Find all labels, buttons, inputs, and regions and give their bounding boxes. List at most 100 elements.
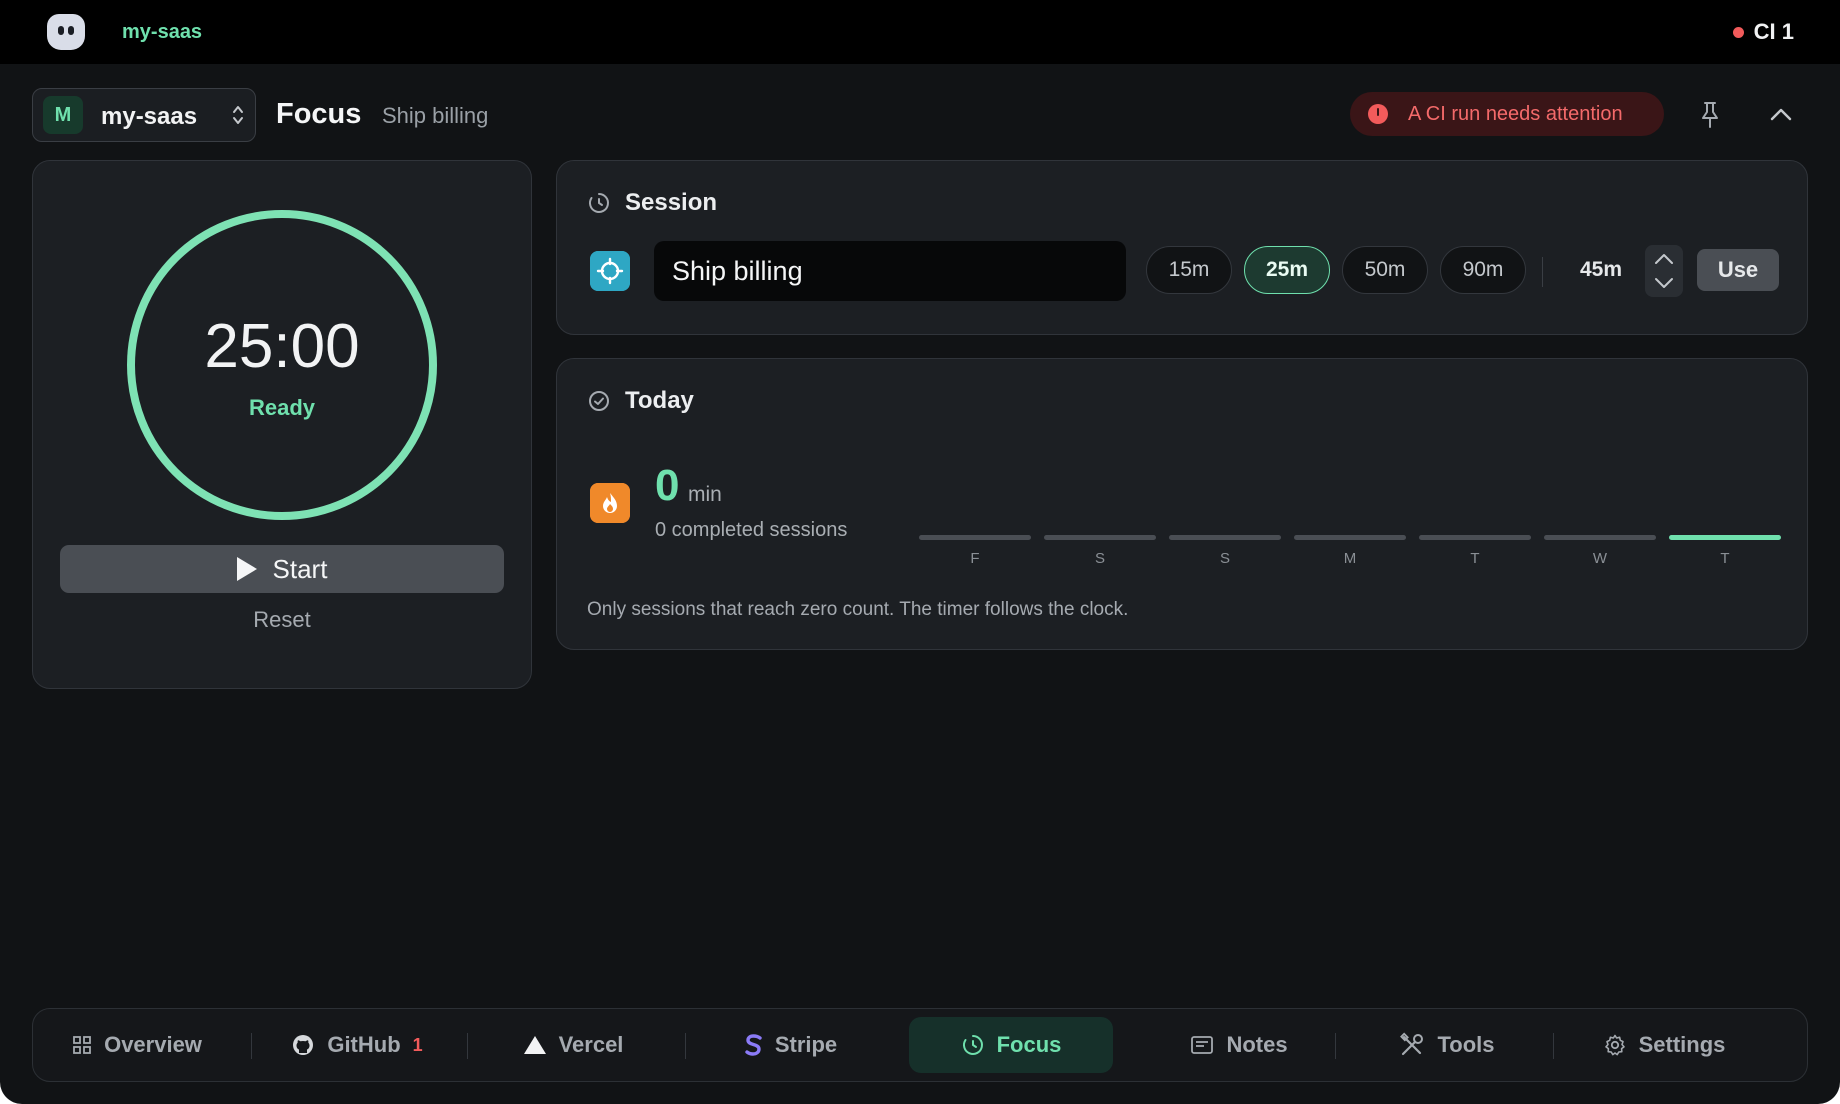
week-day-today: T	[1669, 535, 1781, 567]
check-circle-icon	[589, 391, 609, 411]
alert-icon	[1368, 104, 1388, 124]
start-button[interactable]: Start	[60, 545, 504, 593]
day-bar	[1044, 535, 1156, 540]
nav-stripe[interactable]: Stripe	[721, 1017, 861, 1073]
nav-github-label: GitHub	[327, 1032, 401, 1057]
project-name: my-saas	[101, 103, 198, 130]
nav-settings-label: Settings	[1638, 1032, 1726, 1057]
ci-alert-pill[interactable]: A CI run needs attention	[1350, 92, 1664, 136]
bottom-nav: Overview GitHub 1 Vercel Stripe Focus No…	[32, 1008, 1808, 1082]
app-window: my-saas CI 1 M my-saas Focus Ship billin…	[0, 0, 1840, 1104]
nav-focus-label: Focus	[996, 1032, 1062, 1057]
today-minutes: 0	[655, 461, 680, 510]
ci-status-label: CI 1	[1753, 19, 1794, 44]
session-card: Session 15m 25m 50m 90m 45m Use	[556, 160, 1808, 335]
timer-display: 25:00	[204, 312, 360, 381]
timer-status: Ready	[248, 395, 316, 420]
ci-alert-text: A CI run needs attention	[1408, 102, 1623, 125]
nav-overview-label: Overview	[104, 1032, 202, 1057]
pin-icon[interactable]	[1696, 100, 1724, 130]
nav-settings[interactable]: Settings	[1589, 1017, 1739, 1073]
page-subtitle: Ship billing	[382, 103, 489, 128]
day-bar-today	[1669, 535, 1781, 540]
timer-icon	[962, 1035, 983, 1055]
nav-notes-label: Notes	[1226, 1032, 1288, 1057]
week-chart: F S S M T W T	[919, 535, 1781, 575]
nav-divider	[1335, 1033, 1336, 1059]
week-day: S	[1169, 535, 1281, 567]
nav-divider	[1553, 1033, 1554, 1059]
task-input[interactable]	[654, 241, 1126, 301]
play-icon	[236, 557, 257, 581]
project-avatar: M	[43, 96, 83, 134]
week-day: S	[1044, 535, 1156, 567]
day-label: W	[1592, 550, 1608, 567]
grid-icon	[73, 1036, 91, 1054]
day-bar	[1169, 535, 1281, 540]
divider	[1542, 257, 1543, 287]
preset-50m[interactable]: 50m	[1342, 246, 1428, 294]
day-label: T	[1720, 550, 1730, 567]
custom-duration-value: 45m	[1580, 258, 1623, 281]
nav-divider	[251, 1033, 252, 1059]
stripe-icon	[745, 1034, 762, 1056]
target-icon	[590, 251, 630, 291]
timer-card: 25:00 Ready Start Reset	[32, 160, 532, 689]
flame-icon	[590, 483, 630, 523]
nav-overview[interactable]: Overview	[67, 1017, 207, 1073]
today-unit: min	[688, 483, 722, 506]
app-logo-icon	[47, 14, 85, 50]
app-name: my-saas	[122, 21, 203, 43]
github-icon	[293, 1035, 314, 1055]
week-day: F	[919, 535, 1031, 567]
notes-icon	[1191, 1036, 1214, 1054]
github-badge: 1	[412, 1034, 423, 1055]
today-card: Today 0 min 0 completed sessions F S S M…	[556, 358, 1808, 650]
nav-tools-label: Tools	[1437, 1032, 1495, 1057]
day-bar	[1294, 535, 1406, 540]
chevron-up-icon[interactable]	[1768, 104, 1794, 126]
gear-icon	[1604, 1034, 1625, 1056]
vercel-icon	[523, 1036, 546, 1054]
day-label: T	[1470, 550, 1480, 567]
day-bar	[1544, 535, 1656, 540]
preset-90m[interactable]: 90m	[1440, 246, 1526, 294]
preset-15m[interactable]: 15m	[1146, 246, 1232, 294]
week-day: T	[1419, 535, 1531, 567]
day-label: S	[1219, 550, 1230, 567]
nav-tools[interactable]: Tools	[1377, 1017, 1517, 1073]
reset-button[interactable]: Reset	[33, 607, 531, 633]
preset-25m[interactable]: 25m	[1244, 246, 1330, 294]
day-bar	[919, 535, 1031, 540]
nav-vercel[interactable]: Vercel	[503, 1017, 643, 1073]
nav-stripe-label: Stripe	[774, 1032, 838, 1057]
use-button[interactable]: Use	[1697, 249, 1779, 291]
today-title: Today	[625, 387, 694, 414]
day-bar	[1419, 535, 1531, 540]
ci-dot-icon	[1732, 26, 1744, 38]
nav-github[interactable]: GitHub 1	[287, 1017, 427, 1073]
session-title: Session	[625, 189, 718, 216]
ci-status[interactable]: CI 1	[1732, 19, 1794, 45]
start-button-label: Start	[272, 553, 328, 584]
nav-focus[interactable]: Focus	[909, 1017, 1113, 1073]
today-sessions: 0 completed sessions	[655, 519, 848, 541]
nav-notes[interactable]: Notes	[1169, 1017, 1309, 1073]
day-label: S	[1094, 550, 1105, 567]
today-footnote: Only sessions that reach zero count. The…	[587, 599, 1129, 620]
day-label: F	[970, 550, 980, 567]
page-title: Focus	[276, 98, 362, 130]
today-header: Today	[587, 387, 694, 415]
week-day: M	[1294, 535, 1406, 567]
duration-stepper[interactable]	[1645, 245, 1683, 297]
session-header: Session	[587, 189, 717, 217]
timer-icon	[589, 193, 609, 213]
project-switcher[interactable]: M my-saas	[32, 88, 256, 142]
chevron-updown-icon	[233, 106, 243, 124]
tools-icon	[1400, 1032, 1424, 1056]
week-day: W	[1544, 535, 1656, 567]
title-bar: my-saas CI 1	[0, 0, 1840, 64]
nav-divider	[685, 1033, 686, 1059]
nav-vercel-label: Vercel	[558, 1032, 624, 1057]
nav-divider	[467, 1033, 468, 1059]
